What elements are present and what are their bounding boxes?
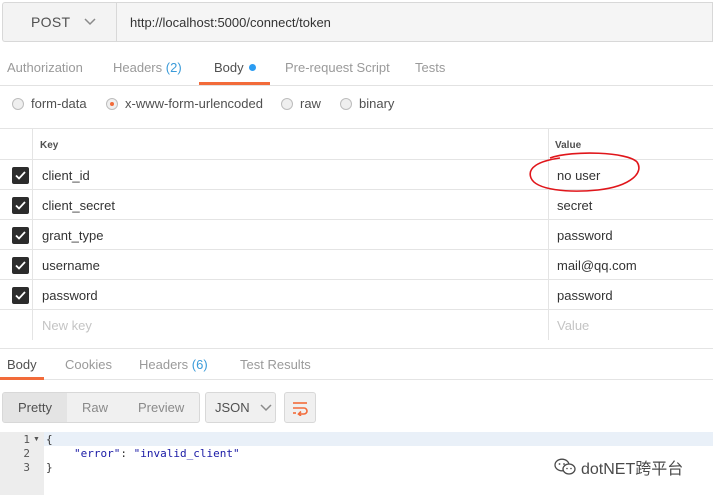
format-select[interactable]: JSON <box>205 392 276 423</box>
param-key[interactable]: username <box>42 258 100 273</box>
new-key-input[interactable]: New key <box>42 318 92 333</box>
headers-count: (2) <box>165 60 182 75</box>
param-key[interactable]: grant_type <box>42 228 103 243</box>
param-key[interactable]: client_id <box>42 168 90 183</box>
param-value[interactable]: mail@qq.com <box>557 258 637 273</box>
tab-response-headers[interactable]: Headers (6) <box>139 357 208 372</box>
check-icon <box>15 231 26 240</box>
table-row: password password <box>0 280 713 310</box>
url-text: http://localhost:5000/connect/token <box>130 14 331 30</box>
radio-x-www-form-urlencoded[interactable]: x-www-form-urlencoded <box>106 96 263 111</box>
param-value[interactable]: password <box>557 228 613 243</box>
radio-circle-icon <box>340 97 352 110</box>
param-key[interactable]: password <box>42 288 98 303</box>
check-icon <box>15 261 26 270</box>
line-number: 2 <box>23 447 30 460</box>
radio-form-data[interactable]: form-data <box>12 96 87 111</box>
radio-circle-icon <box>281 97 293 110</box>
request-bar: POST http://localhost:5000/connect/token <box>2 2 713 44</box>
tab-response-body[interactable]: Body <box>7 357 37 372</box>
table-row: client_id no user <box>0 160 713 190</box>
active-tab-indicator <box>199 82 270 85</box>
preview-button[interactable]: Preview <box>123 393 199 422</box>
wrap-lines-button[interactable] <box>284 392 316 423</box>
tab-body[interactable]: Body <box>214 60 256 75</box>
tab-pre-request-script[interactable]: Pre-request Script <box>285 60 390 75</box>
chevron-down-icon <box>84 18 96 26</box>
table-row: client_secret secret <box>0 190 713 220</box>
method-select[interactable]: POST <box>2 2 116 42</box>
row-checkbox[interactable] <box>12 257 29 274</box>
raw-button[interactable]: Raw <box>67 393 123 422</box>
param-value[interactable]: no user <box>557 168 600 183</box>
radio-binary[interactable]: binary <box>340 96 394 111</box>
check-icon <box>15 291 26 300</box>
json-key: "error" <box>74 447 121 460</box>
line-number: 1 <box>23 433 30 446</box>
new-value-input[interactable]: Value <box>557 318 589 333</box>
watermark: dotNET跨平台 <box>554 455 683 479</box>
line-gutter: 1 ▼ 2 3 <box>0 432 44 495</box>
headers-count: (6) <box>191 357 208 372</box>
tab-test-results[interactable]: Test Results <box>240 357 311 372</box>
check-icon <box>15 171 26 180</box>
row-checkbox[interactable] <box>12 197 29 214</box>
url-input[interactable]: http://localhost:5000/connect/token <box>116 2 713 42</box>
code-line: { <box>46 433 53 446</box>
radio-selected-icon <box>106 97 118 110</box>
code-line: } <box>46 461 53 474</box>
fold-arrow-icon[interactable]: ▼ <box>33 436 40 443</box>
table-row: grant_type password <box>0 220 713 250</box>
wrap-lines-icon <box>293 401 308 416</box>
params-table-header: Key Value <box>0 129 713 160</box>
row-checkbox[interactable] <box>12 227 29 244</box>
code-line: "error": "invalid_client" <box>74 447 240 460</box>
chevron-down-icon <box>260 403 272 411</box>
method-label: POST <box>31 14 71 30</box>
pretty-button[interactable]: Pretty <box>3 393 67 422</box>
json-value: "invalid_client" <box>133 447 240 460</box>
wechat-icon <box>554 458 576 475</box>
row-checkbox[interactable] <box>12 287 29 304</box>
request-tabs: Authorization Headers (2) Body Pre-reque… <box>0 50 713 86</box>
line-number: 3 <box>23 461 30 474</box>
params-table: Key Value client_id no user client_secre… <box>0 128 713 341</box>
value-column-header: Value <box>555 140 582 151</box>
tab-authorization[interactable]: Authorization <box>7 60 83 75</box>
key-column-header: Key <box>40 140 59 151</box>
modified-dot-icon <box>248 64 256 71</box>
active-tab-indicator <box>0 377 44 380</box>
new-param-row: New key Value <box>0 310 713 340</box>
param-key[interactable]: client_secret <box>42 198 115 213</box>
tab-headers[interactable]: Headers (2) <box>113 60 182 75</box>
radio-raw[interactable]: raw <box>281 96 321 111</box>
response-tabs: Body Cookies Headers (6) Test Results <box>0 348 713 380</box>
table-row: username mail@qq.com <box>0 250 713 280</box>
param-value[interactable]: password <box>557 288 613 303</box>
format-label: JSON <box>215 400 250 415</box>
check-icon <box>15 201 26 210</box>
tab-cookies[interactable]: Cookies <box>65 357 112 372</box>
active-line-highlight <box>44 432 713 446</box>
body-type-options: form-data x-www-form-urlencoded raw bina… <box>0 92 713 118</box>
param-value[interactable]: secret <box>557 198 592 213</box>
radio-circle-icon <box>12 97 24 110</box>
row-checkbox[interactable] <box>12 167 29 184</box>
watermark-text: dotNET跨平台 <box>581 461 684 478</box>
tab-tests[interactable]: Tests <box>415 60 445 75</box>
view-mode-group: Pretty Raw Preview <box>2 392 201 423</box>
